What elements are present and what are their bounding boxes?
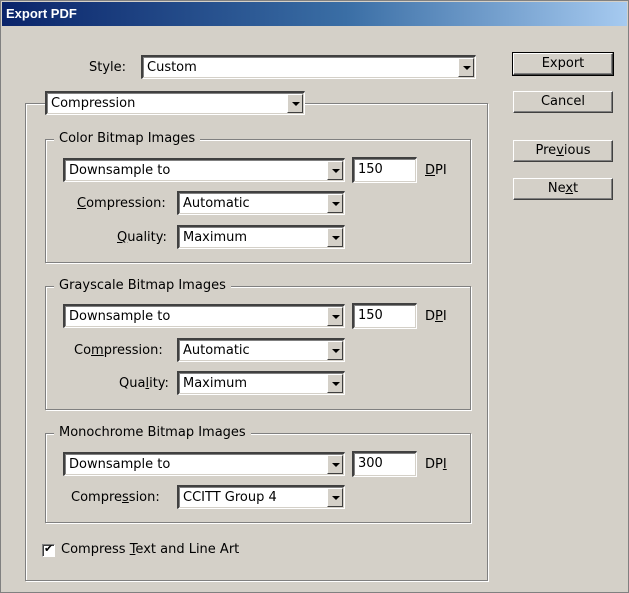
color-compression-label: Compression: bbox=[77, 196, 166, 211]
color-sampling-value: Downsample to bbox=[69, 163, 171, 178]
cancel-button[interactable]: Cancel bbox=[513, 91, 613, 113]
color-dpi-input[interactable]: 150 bbox=[352, 157, 417, 183]
mono-dpi-unit: DPI bbox=[425, 457, 447, 472]
color-dpi-value: 150 bbox=[358, 162, 383, 177]
monochrome-bitmap-title: Monochrome Bitmap Images bbox=[54, 425, 251, 440]
color-quality-dropdown[interactable]: Maximum bbox=[177, 225, 345, 249]
mono-dpi-input[interactable]: 300 bbox=[352, 451, 417, 477]
mono-compression-value: CCITT Group 4 bbox=[183, 490, 277, 505]
color-dpi-unit: DPI bbox=[425, 163, 447, 178]
color-quality-value: Maximum bbox=[183, 230, 248, 245]
chevron-down-icon[interactable] bbox=[327, 228, 343, 247]
grayscale-bitmap-title: Grayscale Bitmap Images bbox=[54, 278, 231, 293]
gray-sampling-value: Downsample to bbox=[69, 309, 171, 324]
chevron-down-icon[interactable] bbox=[287, 94, 303, 113]
chevron-down-icon[interactable] bbox=[327, 455, 343, 474]
color-compression-dropdown[interactable]: Automatic bbox=[177, 191, 345, 215]
gray-dpi-input[interactable]: 150 bbox=[352, 303, 417, 329]
gray-compression-dropdown[interactable]: Automatic bbox=[177, 338, 345, 362]
chevron-down-icon[interactable] bbox=[327, 341, 343, 360]
chevron-down-icon[interactable] bbox=[327, 374, 343, 393]
gray-quality-value: Maximum bbox=[183, 376, 248, 391]
compress-text-label[interactable]: Compress Text and Line Art bbox=[61, 542, 239, 557]
compress-text-checkbox[interactable] bbox=[42, 542, 55, 557]
mono-compression-dropdown[interactable]: CCITT Group 4 bbox=[177, 485, 345, 509]
style-dropdown[interactable]: Custom bbox=[141, 55, 476, 79]
mono-sampling-dropdown[interactable]: Downsample to bbox=[63, 452, 345, 476]
chevron-down-icon[interactable] bbox=[327, 194, 343, 213]
window-title: Export PDF bbox=[6, 6, 77, 21]
gray-compression-value: Automatic bbox=[183, 343, 250, 358]
color-quality-label: Quality: bbox=[117, 230, 167, 245]
section-value: Compression bbox=[51, 96, 136, 111]
gray-dpi-value: 150 bbox=[358, 308, 383, 323]
chevron-down-icon[interactable] bbox=[458, 58, 474, 77]
color-bitmap-title: Color Bitmap Images bbox=[54, 131, 201, 146]
gray-sampling-dropdown[interactable]: Downsample to bbox=[63, 304, 345, 328]
section-dropdown[interactable]: Compression bbox=[45, 91, 305, 115]
gray-quality-dropdown[interactable]: Maximum bbox=[177, 371, 345, 395]
color-sampling-dropdown[interactable]: Downsample to bbox=[63, 158, 345, 182]
title-bar[interactable]: Export PDF bbox=[2, 2, 627, 26]
mono-dpi-value: 300 bbox=[358, 456, 383, 471]
chevron-down-icon[interactable] bbox=[327, 161, 343, 180]
export-pdf-dialog: Export PDF Style: Custom Compression Col… bbox=[0, 0, 629, 593]
mono-compression-label: Compression: bbox=[71, 490, 160, 505]
chevron-down-icon[interactable] bbox=[327, 307, 343, 326]
next-button[interactable]: Next bbox=[513, 178, 613, 200]
mono-sampling-value: Downsample to bbox=[69, 457, 171, 472]
gray-quality-label: Quality: bbox=[119, 376, 169, 391]
color-compression-value: Automatic bbox=[183, 196, 250, 211]
style-value: Custom bbox=[147, 60, 197, 75]
chevron-down-icon[interactable] bbox=[327, 488, 343, 507]
gray-compression-label: Compression: bbox=[74, 343, 163, 358]
gray-dpi-unit: DPI bbox=[425, 309, 447, 324]
previous-button[interactable]: Previous bbox=[513, 140, 613, 162]
export-button[interactable]: Export bbox=[512, 52, 614, 76]
style-label: Style: bbox=[89, 60, 127, 75]
monochrome-bitmap-group: Monochrome Bitmap Images bbox=[45, 425, 471, 523]
